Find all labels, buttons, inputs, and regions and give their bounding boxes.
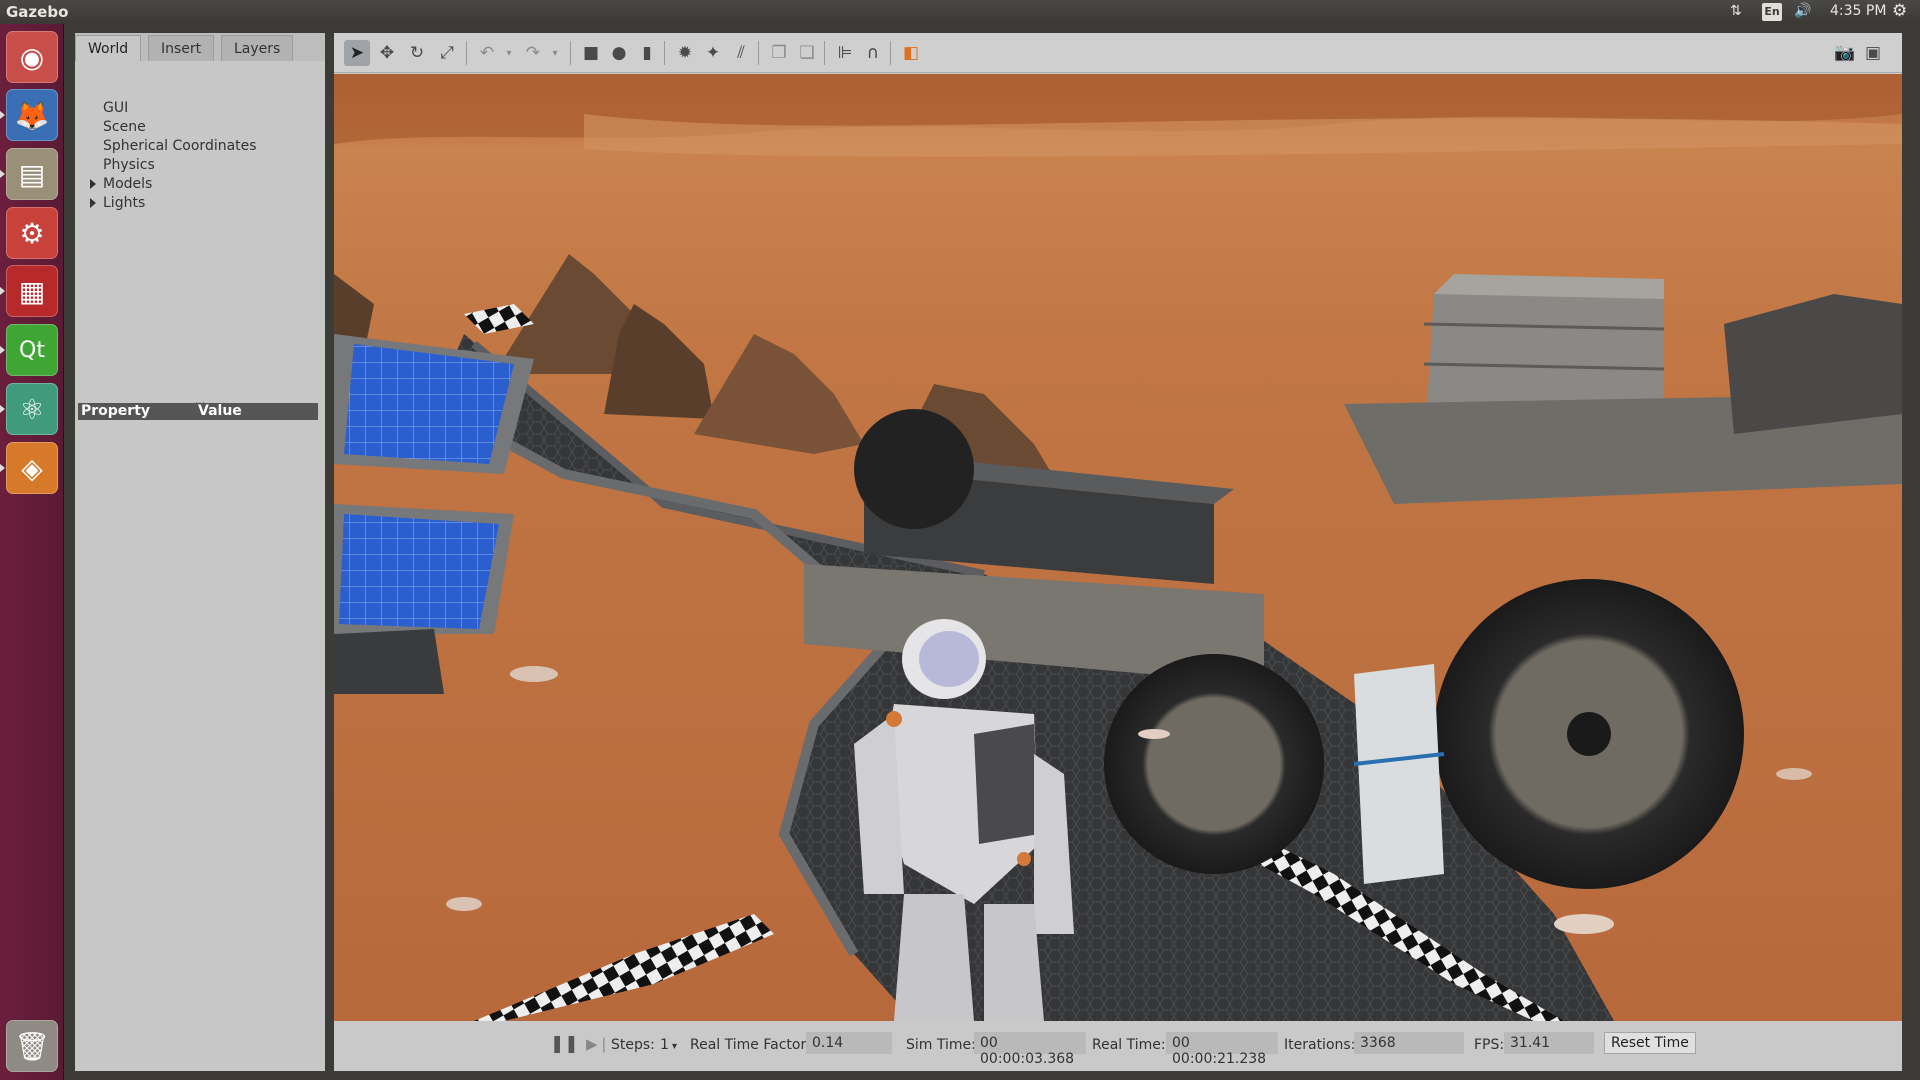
3d-viewport[interactable]	[334, 74, 1902, 1021]
running-indicator	[0, 287, 5, 295]
qt-creator-icon[interactable]: Qt	[6, 324, 58, 376]
sim-time-value: 00 00:00:03.368	[974, 1032, 1086, 1067]
iterations-label: Iterations:	[1284, 1037, 1356, 1053]
running-indicator	[0, 464, 5, 472]
view-angle-icon[interactable]: ◧	[898, 40, 924, 66]
running-indicator	[0, 111, 5, 119]
sim-time-label: Sim Time:	[906, 1037, 976, 1053]
select-mode-icon[interactable]: ➤	[344, 40, 370, 66]
running-indicator	[0, 405, 5, 413]
fps-label: FPS:	[1474, 1037, 1505, 1053]
clock[interactable]: 4:35 PM	[1830, 3, 1886, 19]
firefox-icon[interactable]: 🦊	[6, 89, 58, 141]
system-menu-gear-icon[interactable]: ⚙	[1892, 1, 1907, 21]
tree-item-physics[interactable]: Physics	[103, 157, 155, 173]
tree-item-scene[interactable]: Scene	[103, 119, 146, 135]
steps-label: Steps:	[611, 1037, 655, 1053]
running-indicator	[0, 170, 5, 178]
screenshot-camera-icon[interactable]: 📷	[1832, 40, 1858, 66]
expand-arrow-icon[interactable]	[90, 179, 96, 189]
keyboard-layout-indicator[interactable]: En	[1762, 3, 1782, 21]
system-settings-icon[interactable]: ⚙	[6, 207, 58, 259]
status-bar: ❚❚ ▶❘ Steps: 1 ▾ Real Time Factor: 0.14 …	[334, 1021, 1902, 1071]
volume-icon[interactable]: 🔊	[1794, 3, 1811, 19]
point-light-icon[interactable]: ✹	[672, 40, 698, 66]
real-time-value: 00 00:00:21.238	[1166, 1032, 1278, 1067]
steps-value[interactable]: 1	[660, 1037, 669, 1053]
running-indicator	[0, 346, 5, 354]
rotate-mode-icon[interactable]: ↻	[404, 40, 430, 66]
redo-history-chevron-icon[interactable]: ▾	[542, 40, 568, 66]
undo-history-chevron-icon[interactable]: ▾	[496, 40, 522, 66]
gazebo-icon[interactable]: ◈	[6, 442, 58, 494]
cylinder-shape-icon[interactable]: ▮	[634, 40, 660, 66]
translate-mode-icon[interactable]: ✥	[374, 40, 400, 66]
spot-light-icon[interactable]: ✦	[700, 40, 726, 66]
tree-item-lights[interactable]: Lights	[103, 195, 145, 211]
copy-icon[interactable]: ❐	[766, 40, 792, 66]
left-collapse-handle[interactable]: ⋮	[327, 546, 337, 557]
atom-icon[interactable]: ⚛	[6, 383, 58, 435]
real-time-label: Real Time:	[1092, 1037, 1166, 1053]
toolbar: ➤ ✥ ↻ ⤢ ↶ ▾ ↷ ▾ ■ ● ▮ ✹ ✦ ⫽ ❐ ❏ ⊫ ∩ ◧ 📷 …	[334, 33, 1902, 73]
trash-icon[interactable]: 🗑	[6, 1020, 58, 1072]
pause-icon[interactable]: ❚❚	[550, 1034, 579, 1054]
top-panel: Gazebo ⇅ En 🔊 4:35 PM ⚙	[0, 0, 1920, 24]
scale-mode-icon[interactable]: ⤢	[434, 40, 460, 66]
right-collapse-handle[interactable]: ⋮	[1904, 546, 1914, 557]
value-column-header[interactable]: Value	[198, 403, 242, 419]
ubuntu-dash-icon[interactable]: ◉	[6, 31, 58, 83]
launcher: ◉ 🦊 ▤ ⚙ ▦ Qt ⚛ ◈ 🗑	[0, 24, 64, 1080]
property-column-header[interactable]: Property	[81, 403, 150, 419]
tab-world[interactable]: World	[75, 35, 142, 61]
iterations-value: 3368	[1354, 1032, 1464, 1054]
tab-insert[interactable]: Insert	[148, 35, 215, 61]
file-manager-icon[interactable]: ▤	[6, 148, 58, 200]
left-panel-tabs: World Insert Layers	[75, 33, 325, 61]
expand-arrow-icon[interactable]	[90, 198, 96, 208]
box-shape-icon[interactable]: ■	[578, 40, 604, 66]
sphere-shape-icon[interactable]: ●	[606, 40, 632, 66]
render-window: ➤ ✥ ↻ ⤢ ↶ ▾ ↷ ▾ ■ ● ▮ ✹ ✦ ⫽ ❐ ❏ ⊫ ∩ ◧ 📷 …	[334, 33, 1902, 1071]
terminal-like-icon[interactable]: ▦	[6, 265, 58, 317]
left-panel: World Insert Layers GUI Scene Spherical …	[75, 33, 325, 1071]
snap-magnet-icon[interactable]: ∩	[860, 40, 886, 66]
real-time-factor-value: 0.14	[806, 1032, 892, 1054]
tree-item-spherical-coordinates[interactable]: Spherical Coordinates	[103, 138, 257, 154]
step-icon[interactable]: ▶❘	[586, 1035, 610, 1053]
network-icon[interactable]: ⇅	[1730, 3, 1742, 19]
app-title: Gazebo	[6, 3, 69, 21]
tree-item-gui[interactable]: GUI	[103, 100, 128, 116]
reset-time-button[interactable]: Reset Time	[1604, 1032, 1696, 1054]
tree-item-models[interactable]: Models	[103, 176, 152, 192]
world-tree: GUI Scene Spherical Coordinates Physics …	[75, 63, 325, 433]
directional-light-icon[interactable]: ⫽	[728, 40, 754, 66]
tab-layers[interactable]: Layers	[221, 35, 294, 61]
align-icon[interactable]: ⊫	[832, 40, 858, 66]
steps-spinner-chevron-icon[interactable]: ▾	[672, 1041, 677, 1052]
scene-render[interactable]	[334, 74, 1902, 1021]
real-time-factor-label: Real Time Factor:	[690, 1037, 811, 1053]
property-table-header: Property Value	[78, 403, 318, 420]
paste-icon[interactable]: ❏	[794, 40, 820, 66]
log-data-icon[interactable]: ▣	[1860, 40, 1886, 66]
fps-value: 31.41	[1504, 1032, 1594, 1054]
